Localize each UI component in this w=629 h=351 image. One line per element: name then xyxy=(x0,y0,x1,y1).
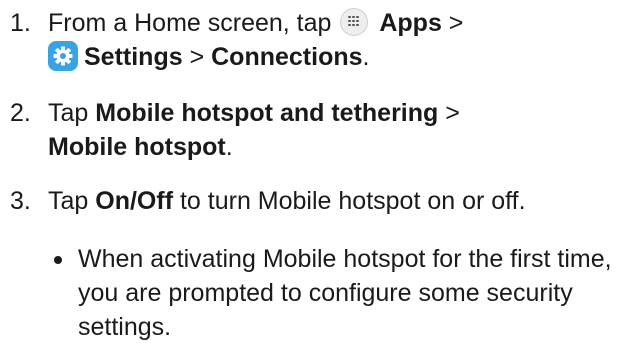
step-suffix: to turn Mobile hotspot on or off. xyxy=(173,187,526,215)
step-end: . xyxy=(225,133,233,161)
connections-label: Connections xyxy=(211,43,363,71)
onoff-label: On/Off xyxy=(95,187,174,215)
step-text: Tap Mobile hotspot and tethering > Mobil… xyxy=(48,96,623,164)
settings-label: Settings xyxy=(84,43,183,71)
hotspot-tethering-label: Mobile hotspot and tethering xyxy=(95,99,439,127)
separator: > xyxy=(438,99,460,127)
step-line: Settings > Connections. xyxy=(48,40,623,74)
separator: > xyxy=(441,9,464,37)
step-end: . xyxy=(362,43,370,71)
mobile-hotspot-label: Mobile hotspot xyxy=(48,133,226,161)
step-number: 2. xyxy=(10,99,31,127)
apps-label: Apps xyxy=(379,9,442,37)
apps-grid-icon xyxy=(340,8,369,36)
step-text-fragment: From a Home screen, tap xyxy=(48,9,332,37)
step-line: Mobile hotspot. xyxy=(48,130,623,164)
step-line: From a Home screen, tap Apps > xyxy=(48,6,623,40)
step-number: 1. xyxy=(10,9,31,37)
step-line: Tap Mobile hotspot and tethering > xyxy=(48,96,623,130)
step-prefix: Tap xyxy=(48,187,96,215)
separator: > xyxy=(182,43,212,71)
bullet-text: When activating Mobile hotspot for the f… xyxy=(78,245,612,341)
step-prefix: Tap xyxy=(48,99,96,127)
bullet-dot xyxy=(54,256,62,264)
step-text: Tap On/Off to turn Mobile hotspot on or … xyxy=(48,184,623,218)
step-number: 3. xyxy=(10,187,31,215)
step-text: From a Home screen, tap Apps > Settings … xyxy=(48,6,623,74)
settings-gear-icon xyxy=(48,41,78,71)
